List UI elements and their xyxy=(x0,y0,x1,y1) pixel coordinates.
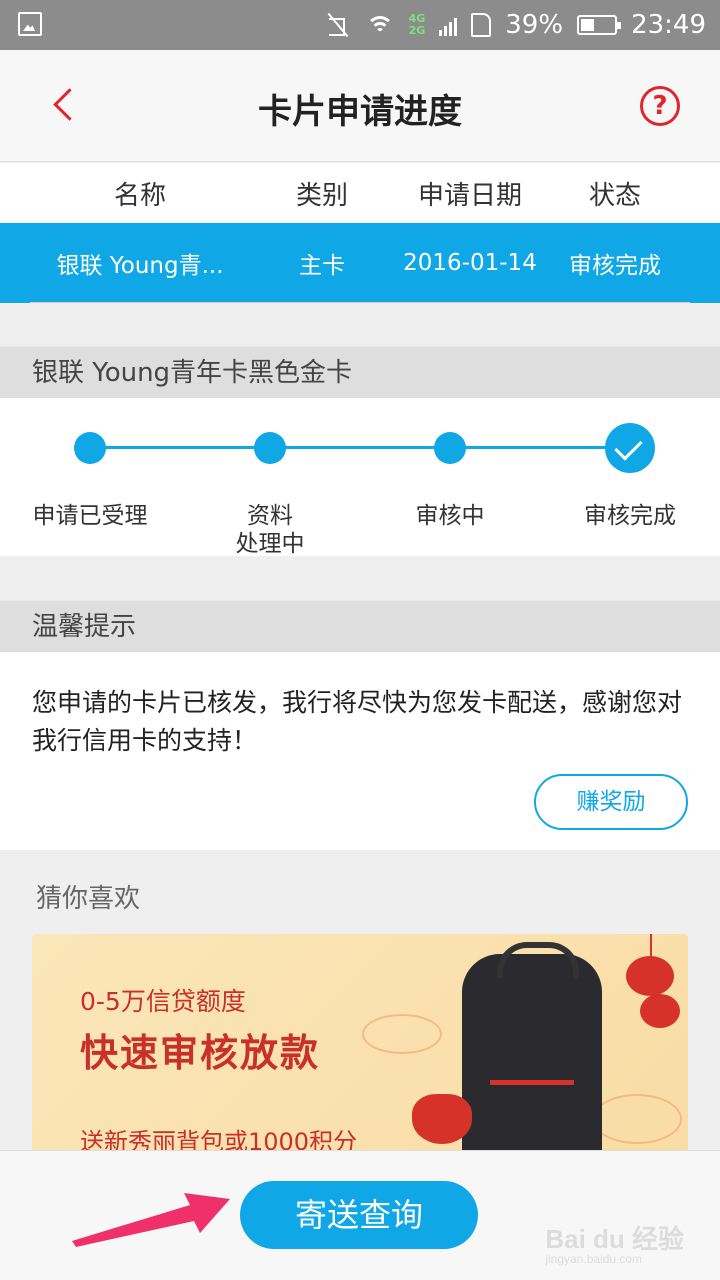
row-card-name: 银联 Young青... xyxy=(56,253,224,279)
promo-banner[interactable]: 0-5万信贷额度 快速审核放款 送新秀丽背包或1000积分 xyxy=(32,934,688,1154)
row-status: 审核完成 xyxy=(569,253,661,279)
table-row[interactable]: 银联 Young青... 主卡 2016-01-14 审核完成 xyxy=(0,223,720,303)
clock: 23:49 xyxy=(631,10,706,40)
watermark-brand: Bai du 经验 xyxy=(545,1224,684,1254)
tip-message: 您申请的卡片已核发，我行将尽快为您发卡配送，感谢您对我行信用卡的支持！ xyxy=(32,688,683,755)
signal-icon xyxy=(439,14,458,36)
column-header-name: 名称 xyxy=(113,180,166,211)
send-query-button[interactable]: 寄送查询 xyxy=(240,1181,478,1249)
help-icon[interactable]: ? xyxy=(640,86,680,126)
cloud-decoration xyxy=(362,1014,442,1054)
status-bar: 4G 2G 39% 23:49 xyxy=(0,0,720,50)
network-type-indicator: 4G 2G xyxy=(408,12,426,37)
pointer-arrow-icon xyxy=(72,1193,230,1247)
step-label-accepted: 申请已受理 xyxy=(32,503,148,529)
column-header-date: 申请日期 xyxy=(417,180,522,211)
bottom-bar: 寄送查询 Bai du 经验 jingyan.baidu.com xyxy=(0,1150,720,1280)
step-dot-processing xyxy=(254,432,286,464)
battery-percent: 39% xyxy=(505,10,564,40)
red-pouch-image xyxy=(412,1094,472,1144)
lantern-string xyxy=(650,934,652,958)
progress-panel: 申请已受理 资料 处理中 审核中 审核完成 xyxy=(0,398,720,557)
wifi-icon xyxy=(365,14,395,36)
page-title: 卡片申请进度 xyxy=(258,92,462,132)
sim-card-icon xyxy=(471,13,492,37)
row-divider xyxy=(30,302,690,303)
progress-track xyxy=(90,446,630,449)
row-card-type: 主卡 xyxy=(299,253,345,279)
card-name-header: 银联 Young青年卡黑色金卡 xyxy=(0,346,720,398)
step-dot-accepted xyxy=(74,432,106,464)
title-bar: 卡片申请进度 ? xyxy=(0,50,720,162)
row-apply-date: 2016-01-14 xyxy=(403,250,537,276)
column-header-type: 类别 xyxy=(295,180,348,211)
mute-icon xyxy=(325,12,351,38)
step-label-processing: 资料 处理中 xyxy=(235,503,305,557)
tips-header: 温馨提示 xyxy=(0,600,720,652)
lantern-icon xyxy=(640,994,680,1028)
check-icon xyxy=(605,423,655,473)
step-label-reviewing: 审核中 xyxy=(415,503,485,529)
baidu-watermark: Bai du 经验 jingyan.baidu.com xyxy=(545,1219,684,1266)
banner-subtitle: 0-5万信贷额度 xyxy=(80,987,246,1016)
step-label-completed: 审核完成 xyxy=(584,503,676,529)
battery-icon xyxy=(577,15,622,35)
watermark-url: jingyan.baidu.com xyxy=(545,1252,643,1266)
step-dot-reviewing xyxy=(434,432,466,464)
earn-reward-button[interactable]: 赚奖励 xyxy=(534,774,688,830)
table-header: 名称 类别 申请日期 状态 xyxy=(0,163,720,223)
tips-panel: 您申请的卡片已核发，我行将尽快为您发卡配送，感谢您对我行信用卡的支持！ 赚奖励 xyxy=(0,652,720,850)
recommend-title: 猜你喜欢 xyxy=(36,884,141,914)
banner-headline: 快速审核放款 xyxy=(80,1031,321,1075)
lantern-icon xyxy=(626,956,674,996)
cloud-decoration xyxy=(592,1094,682,1144)
backpack-image xyxy=(462,942,602,1154)
image-notification-icon xyxy=(18,12,42,36)
column-header-status: 状态 xyxy=(588,180,641,211)
